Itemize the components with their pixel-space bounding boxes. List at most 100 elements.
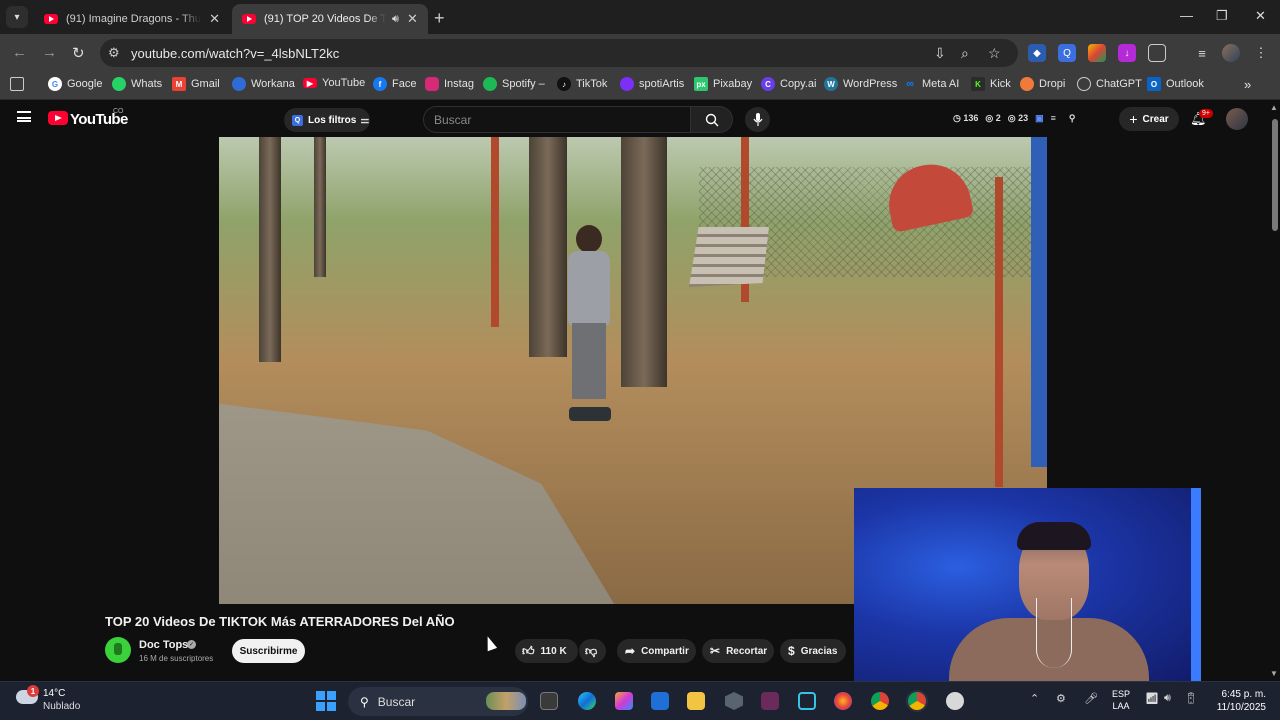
profile-avatar-icon[interactable] <box>1222 44 1240 62</box>
weather-condition[interactable]: Nublado <box>43 701 80 712</box>
scroll-up-icon[interactable]: ▲ <box>1270 103 1278 112</box>
bookmark-google[interactable]: G Google <box>48 77 102 91</box>
extension-stats[interactable]: ◷ 136 ◎ 2 ◎ 23 ▣ ≡ ⚲ <box>953 113 1076 124</box>
tab-close-icon[interactable]: ✕ <box>407 11 418 27</box>
weather-temperature[interactable]: 14°C <box>43 688 65 699</box>
site-info-icon[interactable]: ⚙︎ <box>108 45 120 61</box>
verified-check-icon: ✓ <box>187 640 196 649</box>
zoom-icon[interactable]: ⌕ <box>961 45 969 62</box>
share-button[interactable]: ➦ Compartir <box>617 639 696 663</box>
tray-chevron-icon[interactable]: ⌃ <box>1030 692 1039 705</box>
copilot-icon[interactable] <box>615 692 633 710</box>
bookmark-star-icon[interactable]: ☆ <box>988 45 1001 62</box>
file-explorer-icon[interactable] <box>687 692 705 710</box>
language-indicator[interactable]: ESP LAA <box>1112 688 1130 712</box>
install-app-icon[interactable]: ⇩ <box>934 45 946 62</box>
stat-comments: ◎ 2 <box>985 113 1001 123</box>
filters-button[interactable]: Q Los filtros ⚌ <box>284 108 370 132</box>
subscriber-count: 16 M de suscriptores <box>139 654 214 663</box>
tray-mic-icon[interactable]: 🎤︎ <box>1084 692 1098 705</box>
back-arrow-icon[interactable]: ← <box>12 44 27 61</box>
media-queue-icon[interactable]: ≡ <box>1193 44 1211 62</box>
bookmark-outlook[interactable]: O Outlook <box>1147 77 1204 91</box>
search-highlight-icon[interactable] <box>486 692 526 710</box>
channel-avatar[interactable] <box>105 637 131 663</box>
url-text[interactable]: youtube.com/watch?v=_4lsbNLT2kc <box>131 46 339 61</box>
store-icon[interactable] <box>651 692 669 710</box>
tab-imagine-dragons[interactable]: (91) Imagine Dragons - Thunder ✕ <box>34 4 230 34</box>
clip-button[interactable]: ✂ Recortar <box>702 639 774 663</box>
bookmark-youtube[interactable]: ▶ YouTube <box>303 77 365 89</box>
volume-icon[interactable]: 🔊︎ <box>1164 692 1171 705</box>
search-button[interactable] <box>691 106 733 133</box>
bookmark-face[interactable]: f Face <box>373 77 416 91</box>
edge-icon[interactable] <box>578 692 596 710</box>
battery-icon[interactable]: 🔋︎ <box>1184 692 1198 705</box>
account-avatar[interactable] <box>1226 108 1248 130</box>
wifi-icon[interactable]: 📶︎ <box>1145 692 1159 705</box>
app-dark-icon[interactable] <box>946 692 964 710</box>
bookmark-chatgpt[interactable]: ChatGPT <box>1077 77 1142 91</box>
bookmark-tiktok[interactable]: ♪ TikTok <box>557 77 607 91</box>
windows-start-icon[interactable] <box>316 691 336 711</box>
extension-colors-icon[interactable] <box>1088 44 1106 62</box>
page-scrollbar[interactable]: ▲ ▼ <box>1270 101 1280 681</box>
bookmark-kick[interactable]: K Kick <box>971 77 1011 91</box>
tab-close-icon[interactable]: ✕ <box>209 11 220 27</box>
thanks-button[interactable]: $ Gracias <box>780 639 846 663</box>
bookmark-whats[interactable]: Whats <box>112 77 162 91</box>
scrollbar-thumb[interactable] <box>1272 119 1278 231</box>
extensions-puzzle-icon[interactable] <box>1148 44 1166 62</box>
bookmark-copyai[interactable]: C Copy.ai <box>761 77 816 91</box>
app-hexagon-icon[interactable] <box>725 692 743 710</box>
minimize-icon[interactable]: — <box>1180 8 1193 23</box>
extension-download-icon[interactable]: ↓ <box>1118 44 1136 62</box>
subscribe-button[interactable]: Suscribirme <box>232 639 305 663</box>
new-tab-icon[interactable]: + <box>434 8 445 29</box>
task-view-icon[interactable] <box>540 692 558 710</box>
tray-app-icon[interactable]: ⚙︎ <box>1056 692 1066 705</box>
extension-tag-icon[interactable]: ◆ <box>1028 44 1046 62</box>
bookmark-spotiartis[interactable]: spotiArtis <box>620 77 684 91</box>
search-icon: ⚲ <box>360 694 369 709</box>
youtube-logo-icon[interactable] <box>48 111 68 125</box>
restore-icon[interactable]: ❐ <box>1216 8 1228 24</box>
bookmark-instag[interactable]: Instag <box>425 77 474 91</box>
bookmark-workana[interactable]: Workana <box>232 77 295 91</box>
firefox-icon[interactable] <box>834 692 852 710</box>
bookmark-meta-ai[interactable]: ∞ Meta AI <box>903 77 959 91</box>
tab-search-chevron-icon[interactable]: ▾ <box>6 6 28 28</box>
create-button[interactable]: + Crear <box>1119 107 1179 131</box>
bookmark-spotify[interactable]: Spotify – <box>483 77 545 91</box>
apps-grid-icon[interactable] <box>10 77 29 91</box>
google-icon: G <box>48 77 62 91</box>
snipping-tool-icon[interactable] <box>798 692 816 710</box>
scroll-down-icon[interactable]: ▼ <box>1270 669 1278 678</box>
tab-title: (91) TOP 20 Videos De TIKTOK <box>264 13 386 25</box>
like-button[interactable]: 👍︎ 110 K <box>515 639 578 663</box>
bookmark-dropi[interactable]: Dropi <box>1020 77 1065 91</box>
more-menu-icon[interactable]: ⋮ <box>1252 44 1270 62</box>
scene-blue-pole <box>1031 137 1047 467</box>
stat-ext-icon: ▣ <box>1035 113 1044 123</box>
reload-icon[interactable]: ↻ <box>72 44 85 62</box>
search-input[interactable] <box>424 107 690 132</box>
window-close-icon[interactable]: ✕ <box>1255 8 1266 24</box>
more-bookmarks-chevron-icon[interactable]: » <box>1244 77 1251 92</box>
extension-q-icon[interactable]: Q <box>1058 44 1076 62</box>
bookmark-pixabay[interactable]: px Pixabay <box>694 77 752 91</box>
chrome-active-icon[interactable] <box>908 692 926 710</box>
chrome-icon[interactable] <box>871 692 889 710</box>
tab-top20-videos[interactable]: (91) TOP 20 Videos De TIKTOK 🔊︎ ✕ <box>232 4 428 34</box>
bookmark-gmail[interactable]: M Gmail <box>172 77 220 91</box>
bookmark-wordpress[interactable]: W WordPress <box>824 77 897 91</box>
audio-playing-icon[interactable]: 🔊︎ <box>392 13 399 26</box>
dislike-button[interactable]: 👎︎ <box>579 639 606 663</box>
address-bar[interactable]: ⚙︎ youtube.com/watch?v=_4lsbNLT2kc ⇩ ⌕ ☆ <box>100 39 1018 67</box>
forward-arrow-icon[interactable]: → <box>42 44 57 61</box>
voice-search-button[interactable] <box>745 107 770 132</box>
channel-name[interactable]: Doc Tops <box>139 639 188 651</box>
app-media-icon[interactable] <box>761 692 779 710</box>
menu-hamburger-icon[interactable] <box>17 111 31 122</box>
taskbar-clock[interactable]: 6:45 p. m. 11/10/2025 <box>1210 688 1266 714</box>
